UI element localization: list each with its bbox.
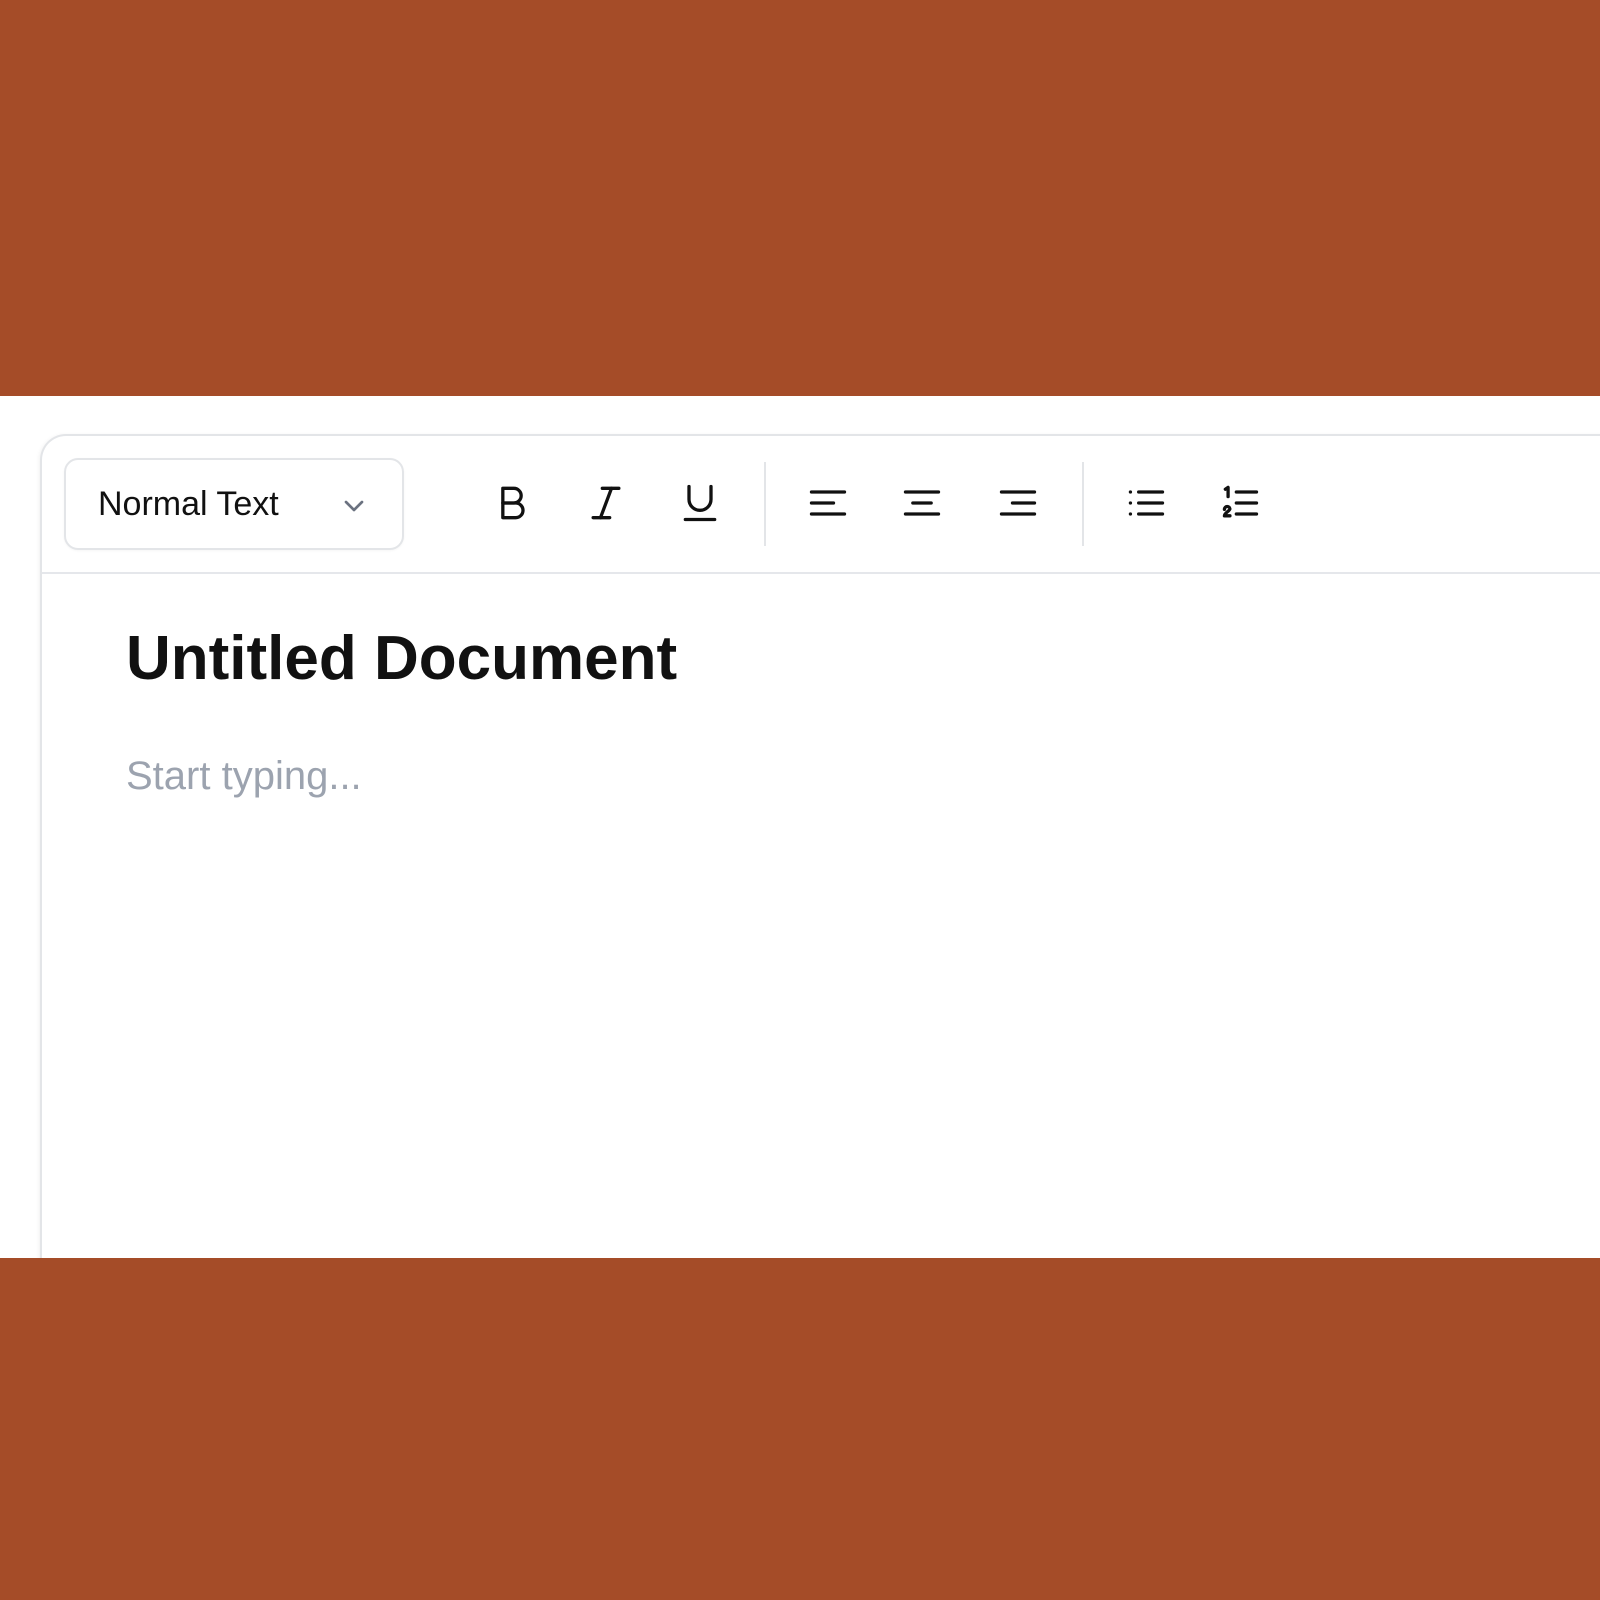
app-surface: Normal Text Untitled Document Start typi… [0, 396, 1600, 1258]
toolbar-divider [764, 462, 766, 546]
align-right-icon [999, 490, 1037, 516]
numbered-list-icon [1222, 485, 1259, 518]
align-left-button[interactable] [796, 471, 860, 535]
bold-icon [501, 486, 525, 520]
bold-button[interactable] [480, 471, 544, 535]
toolbar-divider [1082, 462, 1084, 546]
underline-icon [683, 484, 717, 522]
align-center-button[interactable] [890, 471, 954, 535]
formatting-toolbar: Normal Text [42, 436, 1600, 574]
text-style-value: Normal Text [98, 485, 279, 523]
document-title[interactable]: Untitled Document [126, 622, 677, 696]
align-center-icon [903, 490, 941, 516]
bullet-list-button[interactable] [1114, 471, 1178, 535]
align-left-icon [809, 490, 847, 516]
align-right-button[interactable] [986, 471, 1050, 535]
document-editor: Normal Text Untitled Document Start typi… [40, 434, 1600, 1258]
bullet-list-icon [1128, 490, 1165, 516]
underline-button[interactable] [668, 471, 732, 535]
text-style-dropdown[interactable]: Normal Text [64, 458, 404, 550]
chevron-down-icon [344, 500, 364, 512]
italic-icon [591, 486, 621, 520]
document-body-placeholder[interactable]: Start typing... [126, 752, 1526, 800]
numbered-list-button[interactable] [1208, 471, 1272, 535]
italic-button[interactable] [574, 471, 638, 535]
